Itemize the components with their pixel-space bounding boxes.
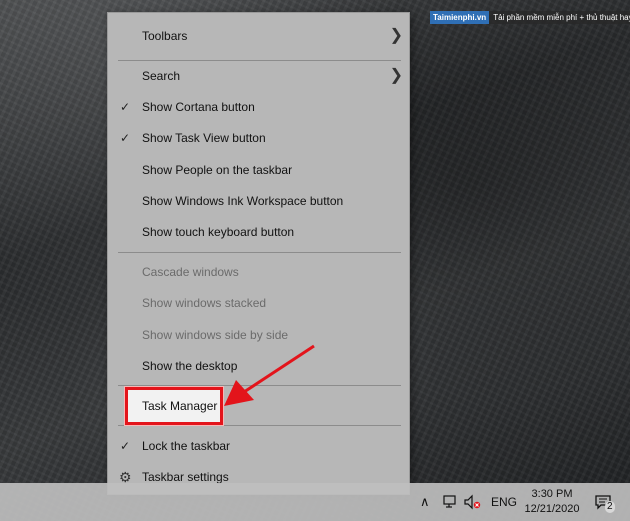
taskbar[interactable]: ∧ ENG 3:30 PM 12/21/2020 <box>0 483 630 521</box>
clock-time: 3:30 PM <box>531 488 573 500</box>
clock-date: 12/21/2020 <box>524 503 580 515</box>
menu-item-label: Show People on the taskbar <box>142 163 293 177</box>
notification-count-badge: 2 <box>605 501 615 513</box>
menu-item-label: Show touch keyboard button <box>142 225 295 239</box>
volume-muted-icon[interactable] <box>463 483 481 521</box>
menu-item-label: Show Windows Ink Workspace button <box>142 194 344 208</box>
menu-item-toolbars[interactable]: Toolbars ❯ <box>108 21 409 51</box>
menu-item-task-manager[interactable]: Task Manager <box>125 387 223 425</box>
watermark-tagline: Tải phần mềm miễn phí + thủ thuật hay <box>489 10 630 24</box>
chevron-right-icon: ❯ <box>389 67 403 84</box>
watermark-brand: Taimienphi.vn <box>430 10 490 24</box>
menu-item-show-touch-keyboard[interactable]: Show touch keyboard button <box>108 217 409 247</box>
menu-item-show-cortana[interactable]: ✓ Show Cortana button <box>108 92 409 122</box>
check-icon: ✓ <box>120 100 131 114</box>
menu-separator <box>118 252 401 253</box>
menu-item-label: Lock the taskbar <box>142 439 231 453</box>
menu-item-show-task-view[interactable]: ✓ Show Task View button <box>108 123 409 153</box>
menu-item-show-people[interactable]: Show People on the taskbar <box>108 155 409 185</box>
menu-separator <box>118 425 401 426</box>
menu-item-label: Show Cortana button <box>142 100 255 114</box>
check-icon: ✓ <box>120 439 131 453</box>
annotation-arrow-icon <box>224 344 315 406</box>
menu-item-stacked: Show windows stacked <box>108 288 409 318</box>
menu-item-show-ink[interactable]: Show Windows Ink Workspace button <box>108 186 409 216</box>
check-icon: ✓ <box>120 131 131 145</box>
taskbar-clock[interactable]: 3:30 PM 12/21/2020 <box>522 483 582 521</box>
network-icon[interactable] <box>442 483 458 521</box>
menu-item-label: Toolbars <box>142 29 188 43</box>
input-language[interactable]: ENG <box>491 483 517 521</box>
watermark: Taimienphi.vn Tải phần mềm miễn phí + th… <box>430 10 630 24</box>
menu-item-label: Search <box>142 69 181 83</box>
menu-item-cascade: Cascade windows <box>108 257 409 287</box>
menu-item-search[interactable]: Search ❯ <box>108 61 409 91</box>
menu-item-label: Show Task View button <box>142 131 266 145</box>
speaker-muted-icon <box>464 494 481 510</box>
menu-item-label: Show windows stacked <box>142 296 267 310</box>
network-computer-icon <box>443 495 456 508</box>
desktop: Taimienphi.vn Tải phần mềm miễn phí + th… <box>0 0 630 521</box>
menu-item-lock-taskbar[interactable]: ✓ Lock the taskbar <box>108 431 409 461</box>
menu-item-label: Cascade windows <box>142 265 239 279</box>
menu-item-label: Task Manager <box>142 399 218 413</box>
show-hidden-icons-chevron-icon[interactable]: ∧ <box>420 483 430 521</box>
chevron-right-icon: ❯ <box>389 27 403 44</box>
